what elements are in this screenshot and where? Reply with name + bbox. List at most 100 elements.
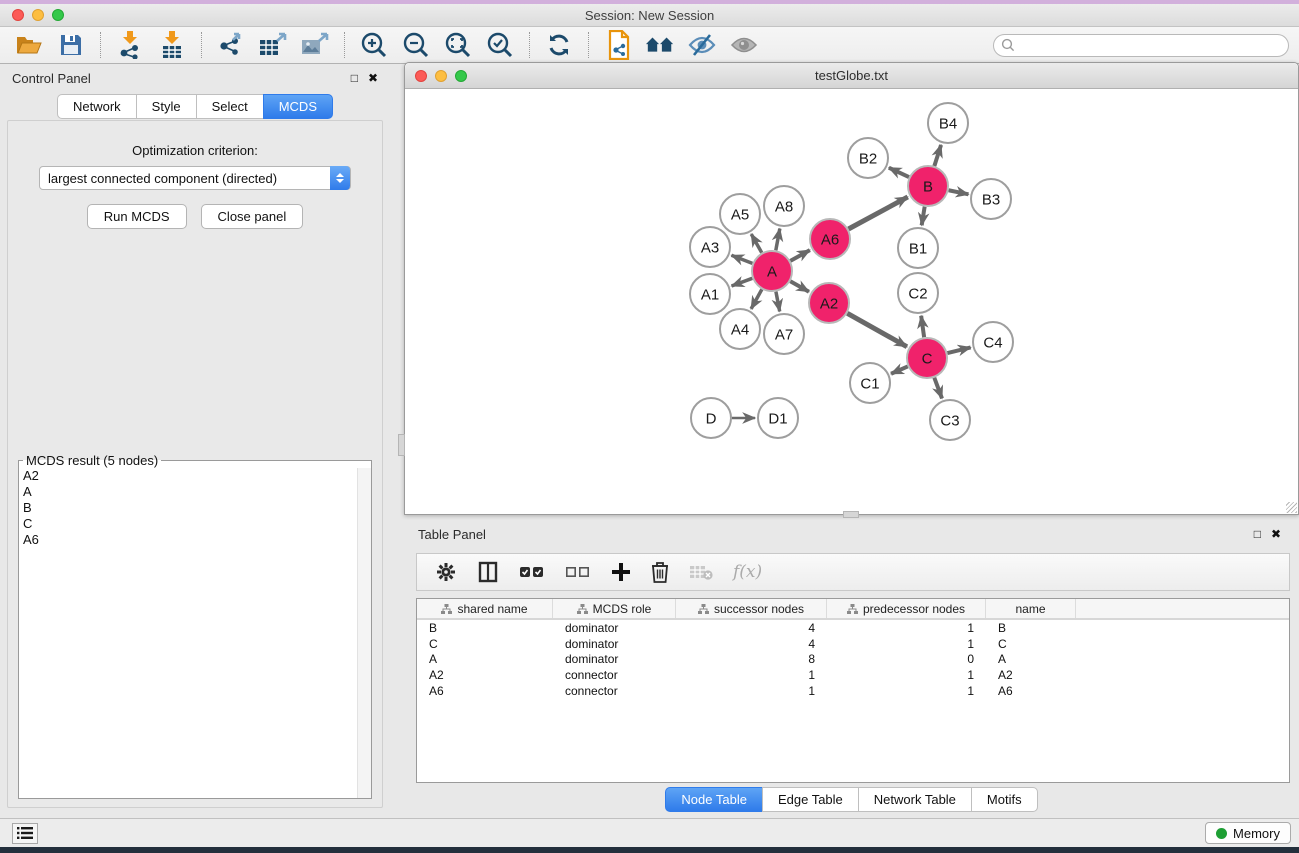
result-item-a[interactable]: A [23,484,357,500]
result-item-a2[interactable]: A2 [23,468,357,484]
cell[interactable]: A6 [417,684,553,698]
graph-node-c2[interactable]: C2 [898,273,938,313]
result-item-b[interactable]: B [23,500,357,516]
graph-node-c[interactable]: C [907,338,947,378]
cell[interactable]: C [986,637,1076,651]
close-panel-icon[interactable]: ✖ [1271,528,1281,540]
zoom-fit-icon[interactable] [443,31,473,59]
table-row-a6[interactable]: A6connector11A6 [417,683,1289,699]
criterion-dropdown[interactable]: largest connected component (directed) [39,166,351,190]
cell[interactable]: 1 [827,684,986,698]
graph-node-b2[interactable]: B2 [848,138,888,178]
splitter-handle[interactable] [843,511,859,518]
hide-selected-icon[interactable] [687,31,717,59]
float-panel-icon[interactable]: □ [351,72,358,84]
cell[interactable]: connector [553,684,676,698]
graph-node-a1[interactable]: A1 [690,274,730,314]
show-columns-icon[interactable] [477,561,499,583]
edge-B-B2[interactable] [889,168,909,177]
cell[interactable]: A2 [986,668,1076,682]
graph-node-a5[interactable]: A5 [720,194,760,234]
graph-node-a[interactable]: A [752,251,792,291]
zoom-in-icon[interactable] [359,31,389,59]
edge-C-C3[interactable] [934,378,942,399]
window-resize-grip[interactable] [1286,502,1297,513]
close-panel-button[interactable]: Close panel [201,204,304,229]
edge-A-A1[interactable] [732,278,753,286]
edge-A-A3[interactable] [731,255,752,263]
delete-table-icon[interactable] [689,563,713,581]
cell[interactable]: B [417,621,553,635]
run-mcds-button[interactable]: Run MCDS [87,204,187,229]
cell[interactable]: dominator [553,637,676,651]
network-window-titlebar[interactable]: testGlobe.txt [405,63,1298,89]
show-selected-icon[interactable] [729,31,759,59]
tab-network-table[interactable]: Network Table [858,787,971,812]
edge-A-A8[interactable] [776,229,780,251]
graph-node-a8[interactable]: A8 [764,186,804,226]
cell[interactable]: C [417,637,553,651]
cell[interactable]: dominator [553,621,676,635]
edge-B-B4[interactable] [934,145,941,166]
graph-node-a4[interactable]: A4 [720,309,760,349]
show-graphics-details-icon[interactable] [645,31,675,59]
column-header-name[interactable]: name [986,599,1076,618]
cell[interactable]: 8 [676,652,827,666]
memory-button[interactable]: Memory [1205,822,1291,844]
graph-node-b[interactable]: B [908,166,948,206]
export-network-icon[interactable] [216,31,246,59]
table-row-b[interactable]: Bdominator41B [417,620,1289,636]
save-session-icon[interactable] [56,31,86,59]
edge-A2-C[interactable] [847,313,907,346]
tab-style[interactable]: Style [136,94,196,119]
edge-A-A2[interactable] [790,281,809,291]
refresh-layout-icon[interactable] [544,31,574,59]
tab-select[interactable]: Select [196,94,263,119]
delete-row-icon[interactable] [651,561,669,583]
cell[interactable]: A6 [986,684,1076,698]
search-input[interactable] [993,34,1289,57]
graph-node-d[interactable]: D [691,398,731,438]
column-header-successor-nodes[interactable]: successor nodes [676,599,827,618]
import-network-icon[interactable] [115,31,145,59]
tab-network[interactable]: Network [57,94,136,119]
tab-node-table[interactable]: Node Table [665,787,762,812]
graph-node-a6[interactable]: A6 [810,219,850,259]
column-header-shared-name[interactable]: shared name [417,599,553,618]
edge-A-A6[interactable] [790,250,809,261]
cell[interactable]: 1 [827,637,986,651]
graph-node-a2[interactable]: A2 [809,283,849,323]
splitter-handle[interactable] [398,434,405,456]
network-canvas[interactable]: AA1A2A3A4A5A6A7A8BB1B2B3B4CC1C2C3C4DD1 [405,89,1298,510]
tab-motifs[interactable]: Motifs [971,787,1038,812]
result-item-a6[interactable]: A6 [23,532,357,548]
result-scrollbar[interactable] [357,468,371,798]
cell[interactable]: 4 [676,621,827,635]
cell[interactable]: A [417,652,553,666]
edge-A-A5[interactable] [751,234,761,253]
graph-node-c1[interactable]: C1 [850,363,890,403]
close-panel-icon[interactable]: ✖ [368,72,378,84]
edge-C-C1[interactable] [891,366,908,373]
cell[interactable]: A2 [417,668,553,682]
add-row-icon[interactable] [611,562,631,582]
import-table-icon[interactable] [157,31,187,59]
graph-node-a7[interactable]: A7 [764,314,804,354]
float-panel-icon[interactable]: □ [1254,528,1261,540]
graph-node-c4[interactable]: C4 [973,322,1013,362]
graph-node-b4[interactable]: B4 [928,103,968,143]
cell[interactable]: connector [553,668,676,682]
graph-node-b1[interactable]: B1 [898,228,938,268]
cell[interactable]: B [986,621,1076,635]
cell[interactable]: 1 [827,668,986,682]
new-network-from-selection-icon[interactable] [603,31,633,59]
export-image-icon[interactable] [300,31,330,59]
table-row-a[interactable]: Adominator80A [417,652,1289,668]
graph-node-b3[interactable]: B3 [971,179,1011,219]
tab-mcds[interactable]: MCDS [263,94,333,119]
deselect-all-icon[interactable] [565,564,591,580]
graph-node-d1[interactable]: D1 [758,398,798,438]
table-row-a2[interactable]: A2connector11A2 [417,667,1289,683]
tab-edge-table[interactable]: Edge Table [762,787,858,812]
edge-B-B3[interactable] [949,190,969,194]
